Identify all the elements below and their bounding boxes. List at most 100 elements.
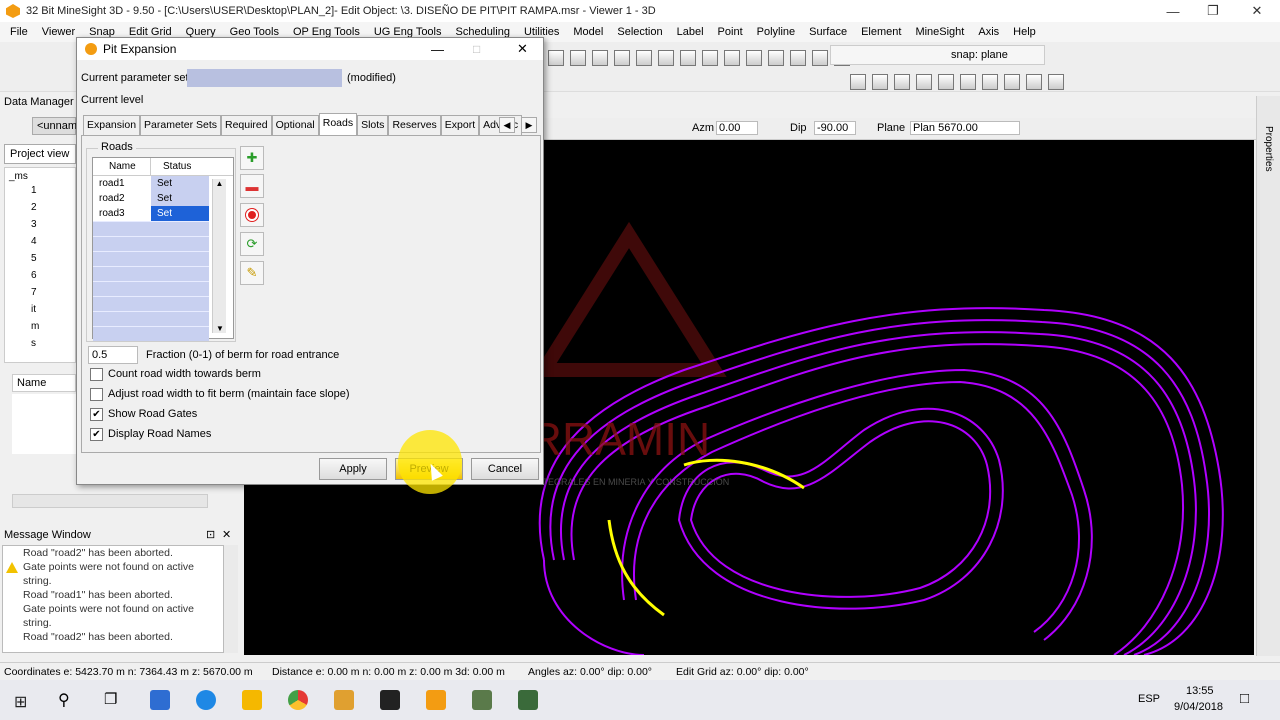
- horizontal-scrollbar[interactable]: [12, 494, 208, 508]
- menu-item[interactable]: Element: [861, 26, 901, 38]
- menu-item[interactable]: Axis: [978, 26, 999, 38]
- edit-road-button[interactable]: ✎: [240, 261, 264, 285]
- folder-icon[interactable]: [242, 690, 262, 710]
- toolbar-button-icon[interactable]: [1026, 74, 1042, 90]
- scroll-up-icon[interactable]: ▲: [213, 179, 226, 188]
- tree-folder-item[interactable]: 7: [5, 287, 75, 304]
- menu-item[interactable]: Surface: [809, 26, 847, 38]
- minesight-taskbar-icon[interactable]: [426, 690, 446, 710]
- tab-slots[interactable]: Slots: [357, 115, 389, 135]
- toolbar-button-icon[interactable]: [790, 50, 806, 66]
- toolbar-button-icon[interactable]: [570, 50, 586, 66]
- toolbar-button-icon[interactable]: [614, 50, 630, 66]
- tab-expansion[interactable]: Expansion: [83, 115, 141, 135]
- toolbar-button-icon[interactable]: [850, 74, 866, 90]
- option-checkbox[interactable]: [90, 388, 103, 401]
- fraction-input[interactable]: 0.5: [88, 346, 138, 364]
- toolbar-button-icon[interactable]: [916, 74, 932, 90]
- tab-optional[interactable]: Optional: [271, 115, 319, 135]
- toolbar-button-icon[interactable]: [724, 50, 740, 66]
- toolbar-button-icon[interactable]: [658, 50, 674, 66]
- data-manager-selector[interactable]: <unname: [32, 117, 83, 135]
- tree-folder-item[interactable]: 1: [5, 185, 75, 202]
- menu-item[interactable]: Label: [677, 26, 704, 38]
- tree-folder-item[interactable]: 2: [5, 202, 75, 219]
- toolbar-button-icon[interactable]: [1004, 74, 1020, 90]
- option-checkbox[interactable]: [90, 368, 103, 381]
- menu-item[interactable]: MineSight: [915, 26, 964, 38]
- tab-scroll-left[interactable]: ◀: [499, 117, 515, 133]
- plane-input[interactable]: Plan 5670.00: [910, 121, 1020, 135]
- pin-icon[interactable]: ⊡: [206, 528, 215, 541]
- toolbar-button-icon[interactable]: [938, 74, 954, 90]
- tree-folder-item[interactable]: s: [5, 338, 75, 355]
- tree-root[interactable]: _ms: [5, 168, 75, 185]
- toolbar-button-icon[interactable]: [548, 50, 564, 66]
- maximize-button[interactable]: ❐: [1190, 0, 1236, 22]
- video-editor-icon[interactable]: [380, 690, 400, 710]
- properties-strip[interactable]: Properties: [1256, 96, 1280, 656]
- edge-icon[interactable]: [196, 690, 216, 710]
- media-icon[interactable]: [334, 690, 354, 710]
- option-checkbox[interactable]: ✔: [90, 408, 103, 421]
- app-icon-3[interactable]: [518, 690, 538, 710]
- task-view-icon[interactable]: ❐: [104, 690, 117, 708]
- tab-scroll-right[interactable]: ▶: [521, 117, 537, 133]
- toolbar-button-icon[interactable]: [636, 50, 652, 66]
- dialog-maximize-button[interactable]: □: [473, 42, 480, 56]
- notification-icon[interactable]: □: [1240, 690, 1249, 707]
- snap-selector[interactable]: snap: plane: [830, 45, 1045, 65]
- menu-item[interactable]: Model: [573, 26, 603, 38]
- computer-icon[interactable]: [150, 690, 170, 710]
- tab-parameter-sets[interactable]: Parameter Sets: [140, 115, 221, 135]
- message-scrollbar[interactable]: [224, 545, 238, 653]
- menu-item[interactable]: Help: [1013, 26, 1036, 38]
- scroll-down-icon[interactable]: ▼: [213, 324, 227, 333]
- close-button[interactable]: ✕: [1234, 0, 1280, 22]
- apply-button[interactable]: Apply: [319, 458, 387, 480]
- refresh-road-button[interactable]: ⟳: [240, 232, 264, 256]
- menu-item[interactable]: Polyline: [757, 26, 796, 38]
- param-set-field[interactable]: [187, 69, 342, 87]
- menu-item[interactable]: Selection: [617, 26, 662, 38]
- language-indicator[interactable]: ESP: [1138, 693, 1160, 705]
- toolbar-button-icon[interactable]: [894, 74, 910, 90]
- project-view-tab[interactable]: Project view: [4, 144, 76, 164]
- dip-input[interactable]: -90.00: [814, 121, 856, 135]
- tab-export[interactable]: Export: [440, 115, 480, 135]
- tree-folder-item[interactable]: 3: [5, 219, 75, 236]
- toolbar-button-icon[interactable]: [872, 74, 888, 90]
- tree-folder-item[interactable]: m: [5, 321, 75, 338]
- menu-item[interactable]: Viewer: [42, 26, 75, 38]
- road-status[interactable]: Set: [151, 176, 209, 191]
- tab-reserves[interactable]: Reserves: [388, 115, 441, 135]
- menu-item[interactable]: Point: [718, 26, 743, 38]
- road-status[interactable]: Set: [151, 191, 209, 206]
- cancel-button[interactable]: Cancel: [471, 458, 539, 480]
- dialog-close-button[interactable]: ✕: [517, 41, 528, 57]
- toolbar-button-icon[interactable]: [982, 74, 998, 90]
- app-icon-2[interactable]: [472, 690, 492, 710]
- toolbar-button-icon[interactable]: [702, 50, 718, 66]
- toolbar-button-icon[interactable]: [1048, 74, 1064, 90]
- add-road-button[interactable]: ✚: [240, 146, 264, 170]
- windows-start-icon[interactable]: ⊞: [14, 692, 27, 712]
- close-icon[interactable]: ✕: [222, 528, 231, 541]
- remove-road-button[interactable]: ▬: [240, 174, 264, 198]
- toolbar-button-icon[interactable]: [960, 74, 976, 90]
- road-status[interactable]: Set: [151, 206, 209, 221]
- tree-folder-item[interactable]: 4: [5, 236, 75, 253]
- roads-table-scrollbar[interactable]: ▲ ▼: [212, 179, 226, 333]
- toolbar-button-icon[interactable]: [746, 50, 762, 66]
- toolbar-button-icon[interactable]: [768, 50, 784, 66]
- dialog-minimize-button[interactable]: —: [431, 42, 444, 57]
- option-checkbox[interactable]: ✔: [90, 428, 103, 441]
- record-road-button[interactable]: [240, 203, 264, 227]
- tree-folder-item[interactable]: 6: [5, 270, 75, 287]
- search-icon[interactable]: ⚲: [58, 690, 70, 710]
- tab-roads[interactable]: Roads: [318, 113, 358, 135]
- tab-required[interactable]: Required: [221, 115, 272, 135]
- menu-item[interactable]: File: [10, 26, 28, 38]
- toolbar-button-icon[interactable]: [680, 50, 696, 66]
- tree-folder-item[interactable]: 5: [5, 253, 75, 270]
